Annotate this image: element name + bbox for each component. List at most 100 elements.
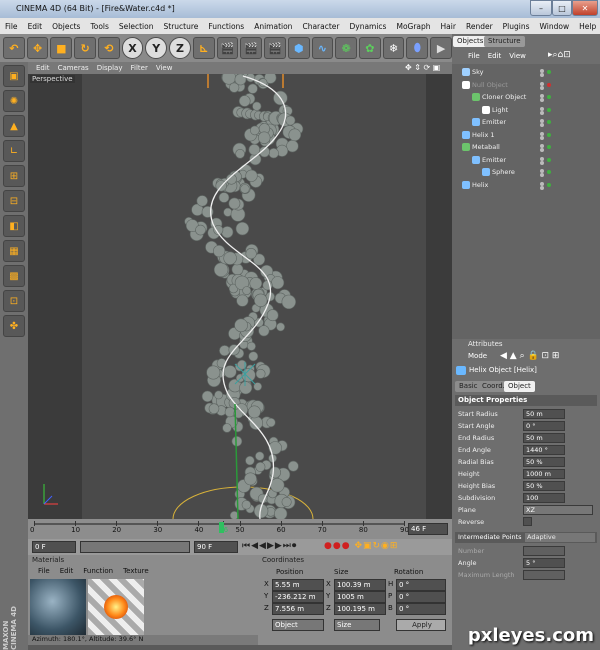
fire-material-thumbnail[interactable] — [88, 579, 144, 635]
maxlen-field[interactable] — [523, 570, 565, 580]
menu-render[interactable]: Render — [461, 22, 498, 31]
object-list-item[interactable]: Helix — [452, 179, 600, 191]
live-selection-icon[interactable]: ⟲ — [97, 37, 120, 59]
record-icons[interactable]: ●●● ✥▣↻◉⊞ — [324, 541, 398, 551]
menu-selection[interactable]: Selection — [114, 22, 159, 31]
render-dot[interactable] — [540, 123, 544, 127]
preview-range-slider[interactable] — [80, 541, 190, 553]
attributes-nav-icons[interactable]: ◀ ▲ ⌕ 🔒 ⊡ ⊞ — [500, 351, 559, 361]
render-dot[interactable] — [540, 73, 544, 77]
menu-objects[interactable]: Objects — [47, 22, 85, 31]
edges-mode-icon[interactable]: ⊟ — [3, 190, 25, 212]
attribute-value-field[interactable]: 50 % — [523, 457, 565, 467]
attribute-value-field[interactable]: 0 ° — [523, 421, 565, 431]
attribute-value-field[interactable]: 50 m — [523, 433, 565, 443]
move-icon[interactable]: ✥ — [26, 37, 49, 59]
y-axis-button[interactable]: Y — [145, 37, 168, 59]
visibility-dot[interactable] — [540, 106, 544, 111]
objects-menu-edit[interactable]: Edit — [488, 52, 502, 60]
attribute-value-field[interactable]: 50 % — [523, 481, 565, 491]
enable-check[interactable] — [547, 182, 551, 187]
object-list-item[interactable]: Emitter — [452, 116, 600, 128]
object-list-item[interactable]: Cloner Object — [452, 91, 600, 103]
snap-icon[interactable]: ▩ — [3, 265, 25, 287]
spline-icon[interactable]: ∿ — [311, 37, 334, 59]
number-field[interactable] — [523, 546, 565, 556]
cube-icon[interactable]: ⬢ — [287, 37, 310, 59]
start-frame-field[interactable]: 0 F — [32, 541, 76, 553]
angle-field[interactable]: 5 ° — [523, 558, 565, 568]
render-dot[interactable] — [540, 135, 544, 140]
size-field[interactable]: 100.39 m — [334, 579, 386, 591]
render-picture-viewer-icon[interactable]: 🎬 — [240, 37, 263, 59]
enable-check[interactable] — [547, 82, 551, 87]
minimize-button[interactable]: – — [530, 0, 552, 16]
enable-check[interactable] — [547, 95, 551, 99]
materials-menu-file[interactable]: File — [38, 567, 50, 575]
menu-file[interactable]: File — [0, 22, 23, 31]
attributes-mode-menu[interactable]: Mode — [468, 352, 487, 360]
playback-controls[interactable]: ⏮◀◀▶▶⏭⏺ — [242, 541, 297, 551]
objects-menu-view[interactable]: View — [509, 52, 526, 60]
object-list-item[interactable]: Light — [452, 104, 600, 116]
menu-character[interactable]: Character — [297, 22, 344, 31]
close-button[interactable]: ✕ — [572, 0, 598, 16]
enable-check[interactable] — [547, 107, 551, 112]
attribute-value-field[interactable]: XZ — [523, 505, 593, 515]
visibility-dot[interactable] — [540, 131, 544, 136]
object-list-item[interactable]: Null Object — [452, 79, 600, 91]
size-field[interactable]: 100.195 m — [334, 603, 386, 615]
size-field[interactable]: 1005 m — [334, 591, 386, 603]
menu-hair[interactable]: Hair — [436, 22, 461, 31]
nurbs-icon[interactable]: ❁ — [335, 37, 358, 59]
attribute-value-field[interactable]: 50 m — [523, 409, 565, 419]
render-dot[interactable] — [540, 173, 544, 177]
rotation-field[interactable]: 0 ° — [396, 603, 446, 615]
viewport-menu-filter[interactable]: Filter — [131, 64, 148, 72]
rotate-icon[interactable]: ↻ — [74, 37, 96, 59]
model-mode-icon[interactable]: ▣ — [3, 65, 25, 87]
scene-icon[interactable]: ⬮ — [406, 37, 429, 59]
menu-structure[interactable]: Structure — [159, 22, 204, 31]
rotation-field[interactable]: 0 ° — [396, 579, 446, 591]
uvw-icon[interactable]: ⊡ — [3, 290, 25, 312]
visibility-dot[interactable] — [540, 156, 544, 161]
materials-menu-function[interactable]: Function — [83, 567, 113, 575]
render-dot[interactable] — [540, 160, 544, 165]
object-list-item[interactable]: Emitter — [452, 154, 600, 166]
render-dot[interactable] — [540, 110, 544, 115]
position-field[interactable]: 5.55 m — [272, 579, 324, 591]
menu-plugins[interactable]: Plugins — [498, 22, 535, 31]
render-dot[interactable] — [540, 85, 544, 90]
enable-check[interactable] — [547, 70, 551, 74]
workplane-icon[interactable]: ▦ — [3, 240, 25, 262]
viewport-menu-view[interactable]: View — [156, 64, 173, 72]
end-frame-field[interactable]: 90 F — [194, 541, 238, 553]
interp-select[interactable]: Adaptive — [525, 533, 595, 542]
viewport-nav-icons[interactable]: ✥ ⇕ ⟳ ▣ — [405, 63, 440, 72]
objects-nav-icons[interactable]: ▸⌕⌂⊡ — [548, 50, 571, 60]
x-axis-button[interactable]: X — [121, 37, 144, 59]
size-mode-select[interactable]: Size — [334, 619, 380, 631]
reverse-checkbox[interactable] — [523, 517, 532, 526]
render-dot[interactable] — [540, 148, 544, 152]
object-list-item[interactable]: Sky — [452, 66, 600, 78]
render-dot[interactable] — [540, 98, 544, 102]
playhead[interactable] — [219, 522, 224, 533]
current-frame-field[interactable]: 46 F — [408, 523, 448, 535]
menu-help[interactable]: Help — [574, 22, 600, 31]
enable-check[interactable] — [547, 145, 551, 149]
object-list-item[interactable]: Sphere — [452, 166, 600, 178]
menu-window[interactable]: Window — [535, 22, 575, 31]
viewport-menu-cameras[interactable]: Cameras — [58, 64, 89, 72]
attribute-value-field[interactable]: 1000 m — [523, 469, 565, 479]
tab-object[interactable]: Object — [504, 381, 535, 392]
menu-functions[interactable]: Functions — [203, 22, 249, 31]
coord-mode-select[interactable]: Object — [272, 619, 324, 631]
materials-menu-texture[interactable]: Texture — [123, 567, 149, 575]
points-mode-icon[interactable]: ⊞ — [3, 165, 25, 187]
visibility-dot[interactable] — [540, 181, 544, 186]
menu-mograph[interactable]: MoGraph — [391, 22, 435, 31]
tab-objects[interactable]: Objects — [453, 36, 488, 47]
undo-icon[interactable]: ↶ — [3, 37, 25, 59]
